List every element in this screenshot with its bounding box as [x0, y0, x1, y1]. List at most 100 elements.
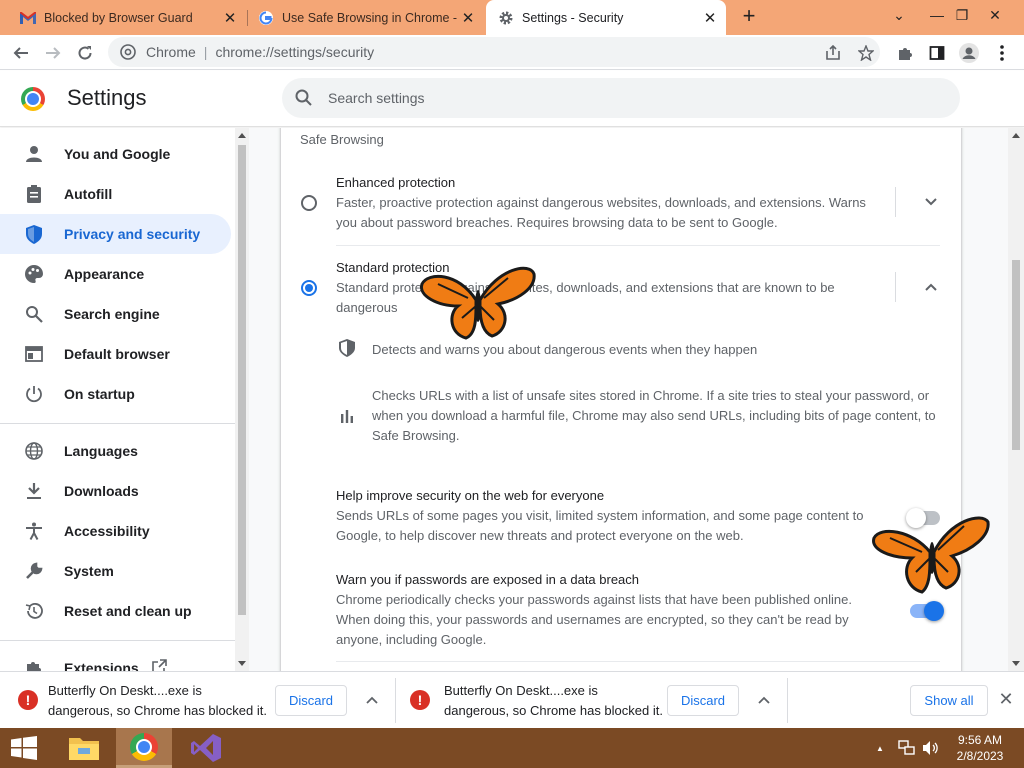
- close-icon[interactable]: ✕: [700, 9, 720, 27]
- new-tab-button[interactable]: +: [737, 5, 761, 29]
- sidebar-item-autofill[interactable]: Autofill: [0, 174, 231, 214]
- close-icon[interactable]: ✕: [220, 9, 240, 27]
- tab-safe-browsing-help[interactable]: Use Safe Browsing in Chrome - C ✕: [238, 0, 484, 35]
- enhanced-protection-radio[interactable]: [301, 195, 317, 211]
- divider: [336, 661, 940, 662]
- system-clock[interactable]: 9:56 AM 2/8/2023: [940, 732, 1020, 764]
- windows-logo-icon: [11, 736, 37, 760]
- close-icon[interactable]: ✕: [458, 9, 478, 27]
- folder-icon: [69, 738, 99, 760]
- enhanced-protection-title: Enhanced protection: [336, 175, 456, 190]
- extensions-puzzle-icon[interactable]: [892, 40, 918, 66]
- reload-icon[interactable]: [72, 40, 98, 66]
- scrollbar-thumb[interactable]: [1012, 260, 1020, 450]
- discard-button[interactable]: Discard: [667, 685, 739, 716]
- separator: |: [203, 44, 208, 60]
- accessibility-icon: [24, 521, 44, 541]
- download-message-line1: Butterfly On Deskt....exe is: [48, 683, 202, 698]
- site-label: Chrome: [146, 44, 196, 60]
- chevron-up-icon[interactable]: [362, 690, 382, 710]
- sidebar-item-privacy-and-security[interactable]: Privacy and security: [0, 214, 231, 254]
- tab-blocked-by-browser-guard[interactable]: Blocked by Browser Guard ✕: [0, 0, 246, 35]
- download-message: Butterfly On Deskt....exe is dangerous, …: [48, 681, 268, 721]
- bookmark-star-icon[interactable]: [853, 40, 879, 66]
- sidebar-divider: [0, 640, 235, 641]
- start-button[interactable]: [0, 728, 48, 768]
- password-warn-toggle[interactable]: [910, 601, 944, 621]
- search-box[interactable]: [282, 78, 960, 118]
- search-icon: [294, 88, 314, 108]
- restore-button[interactable]: ❐: [945, 0, 979, 30]
- sidebar-item-downloads[interactable]: Downloads: [0, 471, 231, 511]
- chevron-up-icon[interactable]: [921, 277, 941, 297]
- chrome-taskbar-button[interactable]: [116, 728, 172, 768]
- extensions-puzzle-icon: [24, 658, 44, 671]
- forward-arrow-icon[interactable]: [40, 40, 66, 66]
- sidebar-item-on-startup[interactable]: On startup: [0, 374, 231, 414]
- menu-dots-icon[interactable]: [989, 40, 1015, 66]
- tab-search-button[interactable]: ⌄: [882, 0, 916, 30]
- person-icon: [24, 144, 44, 164]
- sidebar-item-search-engine[interactable]: Search engine: [0, 294, 231, 334]
- share-icon[interactable]: [820, 40, 846, 66]
- sidebar-item-label: Languages: [64, 443, 138, 459]
- chrome-logo: [21, 87, 45, 111]
- sidebar-item-extensions[interactable]: Extensions: [0, 648, 231, 671]
- sidebar-item-appearance[interactable]: Appearance: [0, 254, 231, 294]
- chevron-up-icon[interactable]: ▲: [876, 744, 884, 753]
- password-warn-title: Warn you if passwords are exposed in a d…: [336, 572, 640, 587]
- profile-avatar-icon[interactable]: [956, 40, 982, 66]
- sidebar-scrollbar[interactable]: [235, 128, 249, 671]
- scroll-up-arrow-icon[interactable]: [238, 133, 246, 138]
- side-panel-icon[interactable]: [924, 40, 950, 66]
- main-scrollbar[interactable]: [1008, 128, 1024, 671]
- download-message-line1: Butterfly On Deskt....exe is: [444, 683, 598, 698]
- scrollbar-thumb[interactable]: [238, 145, 246, 615]
- sidebar-item-languages[interactable]: Languages: [0, 431, 231, 471]
- visual-studio-taskbar-button[interactable]: [178, 728, 234, 768]
- network-icon[interactable]: [898, 728, 916, 768]
- history-icon: [24, 601, 44, 621]
- tab-settings-security[interactable]: Settings - Security ✕: [486, 0, 726, 35]
- sidebar-item-label: Appearance: [64, 266, 145, 282]
- wrench-icon: [24, 561, 44, 581]
- show-hidden-icons-button[interactable]: ▲: [876, 728, 884, 768]
- password-warn-desc-line1: Chrome periodically checks your password…: [336, 592, 852, 607]
- chevron-up-icon[interactable]: [754, 690, 774, 710]
- password-warn-desc-line3: anyone, including Google.: [336, 632, 487, 647]
- sidebar-item-default-browser[interactable]: Default browser: [0, 334, 231, 374]
- address-bar[interactable]: Chrome | chrome://settings/security: [108, 37, 880, 67]
- sidebar-divider: [0, 423, 235, 424]
- sidebar-item-reset-and-clean-up[interactable]: Reset and clean up: [0, 591, 231, 631]
- clipboard-icon: [24, 184, 44, 204]
- scroll-up-arrow-icon[interactable]: [1012, 133, 1020, 138]
- scroll-down-arrow-icon[interactable]: [238, 661, 246, 666]
- windows-taskbar: ▲ 9:56 AM 2/8/2023: [0, 728, 1024, 768]
- show-all-button[interactable]: Show all: [910, 685, 988, 716]
- browser-toolbar: Chrome | chrome://settings/security: [0, 35, 1024, 70]
- standard-protection-radio[interactable]: [301, 280, 317, 296]
- discard-button[interactable]: Discard: [275, 685, 347, 716]
- chevron-down-icon[interactable]: [921, 192, 941, 212]
- scroll-down-arrow-icon[interactable]: [1012, 661, 1020, 666]
- window-close-button[interactable]: ✕: [978, 0, 1012, 30]
- close-icon[interactable]: ✕: [996, 689, 1016, 709]
- search-input[interactable]: [328, 90, 928, 106]
- volume-icon[interactable]: [922, 728, 940, 768]
- sidebar-item-system[interactable]: System: [0, 551, 231, 591]
- back-arrow-icon[interactable]: [8, 40, 34, 66]
- globe-icon: [24, 441, 44, 461]
- sidebar-item-accessibility[interactable]: Accessibility: [0, 511, 231, 551]
- sidebar-item-label: Extensions: [64, 660, 139, 671]
- standard-bullet-2-line1: Checks URLs with a list of unsafe sites …: [372, 388, 930, 403]
- chrome-site-icon: [120, 44, 136, 60]
- password-warn-desc-line2: When doing this, your passwords and user…: [336, 612, 849, 627]
- sidebar-item-you-and-google[interactable]: You and Google: [0, 134, 231, 174]
- standard-protection-desc-line1: Standard protection against websites, do…: [336, 280, 835, 295]
- butterfly-image[interactable]: [418, 262, 538, 342]
- sidebar-item-label: On startup: [64, 386, 135, 402]
- file-explorer-taskbar-button[interactable]: [56, 728, 112, 768]
- gmail-icon: [20, 10, 36, 26]
- butterfly-image[interactable]: [870, 512, 992, 596]
- sidebar-item-label: Privacy and security: [64, 226, 201, 242]
